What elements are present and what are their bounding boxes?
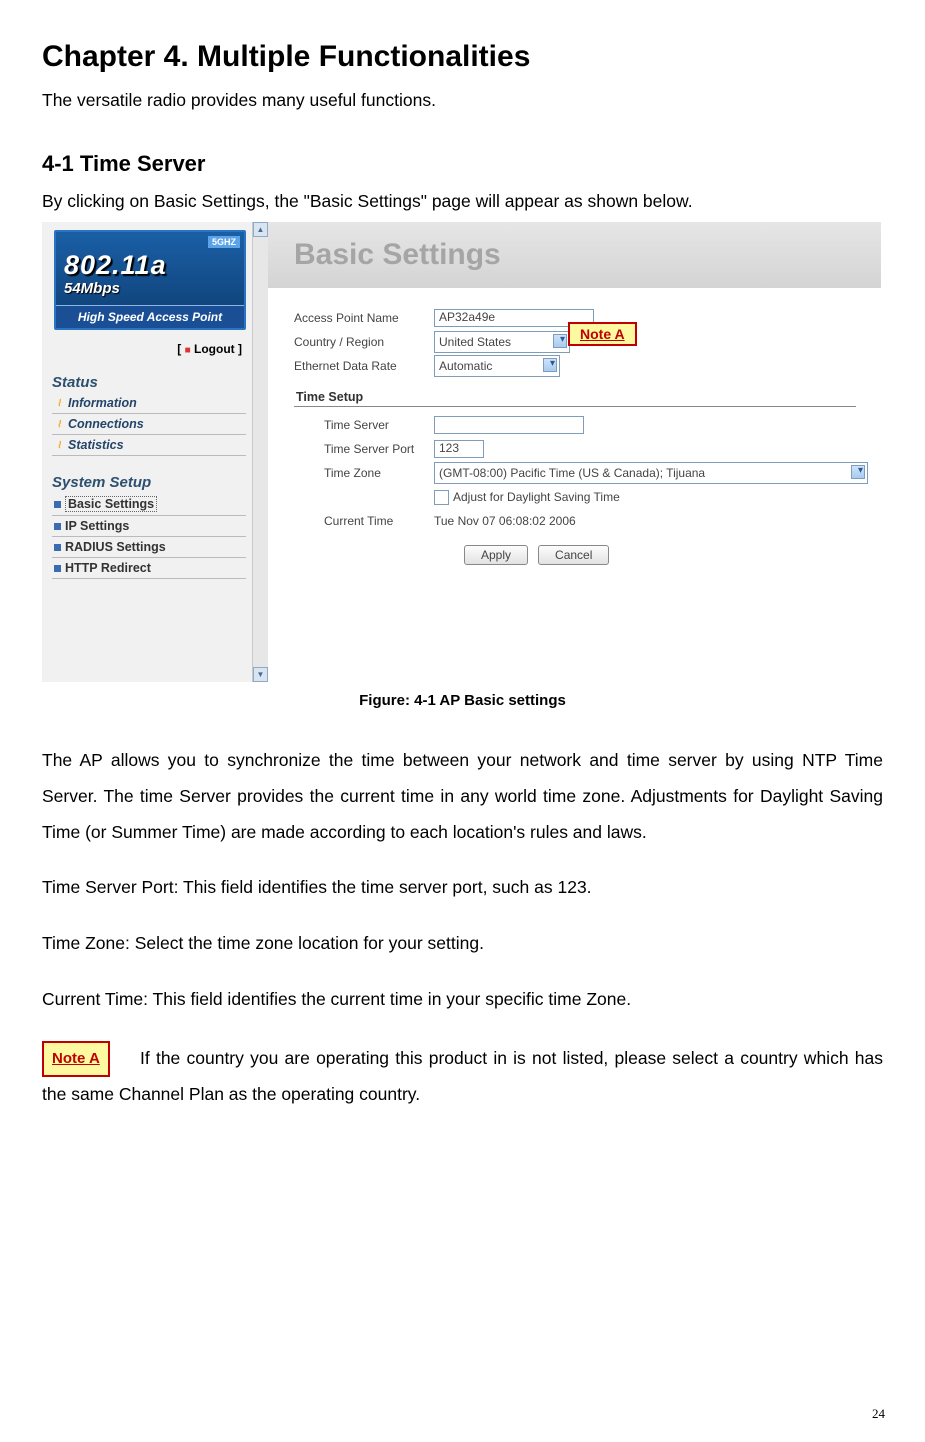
wave-icon: ⌇ — [54, 398, 64, 408]
logo-subtitle: 54Mbps — [64, 280, 120, 297]
menu-item-http-redirect[interactable]: HTTP Redirect — [52, 558, 246, 579]
content-pane: Basic Settings Access Point Name AP32a49… — [268, 222, 881, 682]
time-server-port-label: Time Server Port — [324, 442, 434, 456]
current-time-value: Tue Nov 07 06:08:02 2006 — [434, 514, 576, 528]
menu-header-status: Status — [52, 374, 268, 391]
logout-label: Logout — [194, 342, 235, 356]
logo-title: 802.11a — [64, 250, 167, 281]
dst-label: Adjust for Daylight Saving Time — [453, 490, 620, 504]
logo-bar: High Speed Access Point — [56, 305, 244, 328]
scroll-up-icon[interactable]: ▲ — [253, 222, 268, 237]
sidebar-scrollbar[interactable]: ▲ ▼ — [252, 222, 268, 682]
page-header: Basic Settings — [268, 222, 881, 288]
square-icon — [54, 523, 61, 530]
time-setup-header: Time Setup — [294, 386, 856, 407]
time-server-input[interactable] — [434, 416, 584, 434]
time-server-port-input[interactable]: 123 — [434, 440, 484, 458]
menu-item-information[interactable]: ⌇ Information — [52, 393, 246, 414]
time-zone-label: Time Zone — [324, 466, 434, 480]
menu-header-setup: System Setup — [52, 474, 268, 491]
menu-item-ip-settings[interactable]: IP Settings — [52, 516, 246, 537]
logo: 5GHZ 802.11a 54Mbps High Speed Access Po… — [54, 230, 246, 330]
menu-item-label: RADIUS Settings — [65, 540, 166, 554]
country-select[interactable]: United States — [434, 331, 570, 353]
section-intro: By clicking on Basic Settings, the "Basi… — [42, 191, 883, 212]
figure-caption: Figure: 4-1 AP Basic settings — [42, 692, 883, 709]
time-server-label: Time Server — [324, 418, 434, 432]
paragraph-ntp: The AP allows you to synchronize the tim… — [42, 743, 883, 851]
sidebar: 5GHZ 802.11a 54Mbps High Speed Access Po… — [42, 222, 268, 682]
menu-item-connections[interactable]: ⌇ Connections — [52, 414, 246, 435]
menu-item-label: Connections — [68, 417, 144, 431]
menu-item-label: Statistics — [68, 438, 124, 452]
menu-item-statistics[interactable]: ⌇ Statistics — [52, 435, 246, 456]
section-title: 4-1 Time Server — [42, 151, 883, 177]
screenshot-basic-settings: 5GHZ 802.11a 54Mbps High Speed Access Po… — [42, 222, 881, 682]
menu-item-radius-settings[interactable]: RADIUS Settings — [52, 537, 246, 558]
note-a-callout: Note A — [568, 322, 637, 346]
paragraph-timezone: Time Zone: Select the time zone location… — [42, 929, 883, 957]
chapter-title: Chapter 4. Multiple Functionalities — [42, 40, 883, 74]
menu-item-basic-settings[interactable]: Basic Settings — [52, 493, 246, 516]
time-zone-select[interactable]: (GMT-08:00) Pacific Time (US & Canada); … — [434, 462, 868, 484]
logout-link[interactable]: [ ■ Logout ] — [42, 342, 242, 356]
menu-item-label: Information — [68, 396, 137, 410]
apply-button[interactable]: Apply — [464, 545, 528, 565]
note-a-text: If the country you are operating this pr… — [42, 1048, 883, 1104]
ap-name-label: Access Point Name — [294, 311, 434, 325]
square-icon — [54, 501, 61, 508]
wave-icon: ⌇ — [54, 440, 64, 450]
menu-item-label: IP Settings — [65, 519, 129, 533]
cancel-button[interactable]: Cancel — [538, 545, 609, 565]
page-number: 24 — [872, 1406, 885, 1422]
logo-5ghz-badge: 5GHZ — [208, 236, 240, 248]
chapter-intro: The versatile radio provides many useful… — [42, 90, 883, 111]
note-a-paragraph: Note A If the country you are operating … — [42, 1041, 883, 1112]
paragraph-port: Time Server Port: This field identifies … — [42, 873, 883, 901]
menu-item-label: Basic Settings — [65, 496, 157, 512]
note-a-badge: Note A — [42, 1041, 110, 1077]
scroll-down-icon[interactable]: ▼ — [253, 667, 268, 682]
wave-icon: ⌇ — [54, 419, 64, 429]
square-icon — [54, 565, 61, 572]
square-icon — [54, 544, 61, 551]
paragraph-current-time: Current Time: This field identifies the … — [42, 985, 883, 1013]
edr-select[interactable]: Automatic — [434, 355, 560, 377]
dst-checkbox[interactable] — [434, 490, 449, 505]
current-time-label: Current Time — [324, 514, 434, 528]
edr-label: Ethernet Data Rate — [294, 359, 434, 373]
menu-item-label: HTTP Redirect — [65, 561, 151, 575]
country-label: Country / Region — [294, 335, 434, 349]
